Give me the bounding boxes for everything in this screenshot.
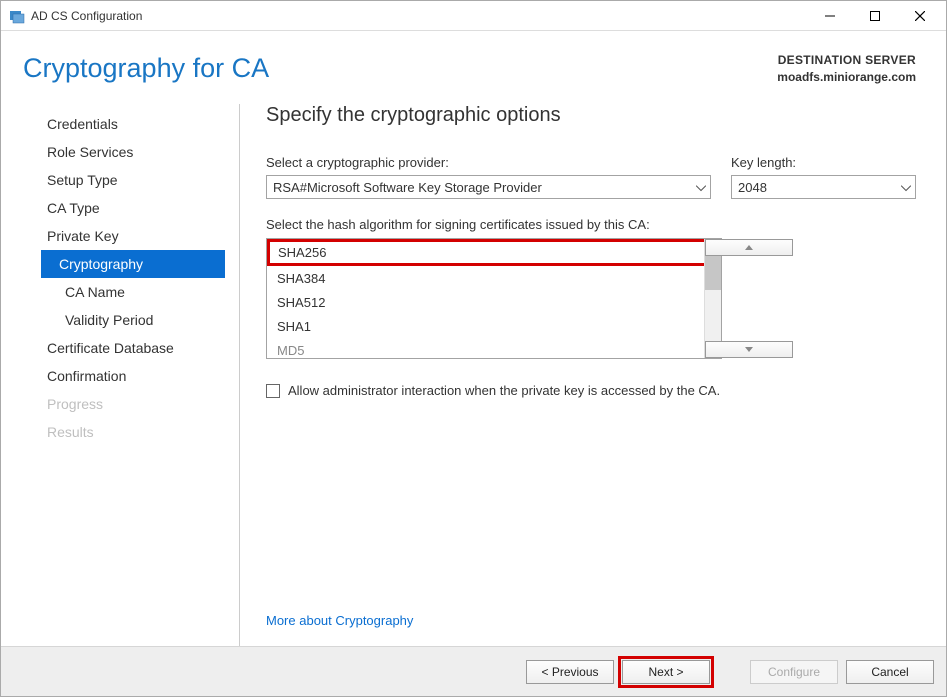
hash-label: Select the hash algorithm for signing ce… [266, 217, 916, 232]
main-panel: Specify the cryptographic options Select… [266, 104, 916, 646]
admin-interaction-label: Allow administrator interaction when the… [288, 383, 720, 398]
sidebar-item-credentials[interactable]: Credentials [47, 110, 239, 138]
sidebar-item-results: Results [47, 418, 239, 446]
sidebar-divider [239, 104, 240, 646]
page-title: Cryptography for CA [23, 53, 777, 84]
hash-option-sha256[interactable]: SHA256 [267, 239, 721, 266]
next-button[interactable]: Next > [622, 660, 710, 684]
destination-label: DESTINATION SERVER [777, 53, 916, 67]
titlebar: AD CS Configuration [1, 1, 946, 31]
hash-option-md5[interactable]: MD5 [267, 338, 721, 358]
maximize-button[interactable] [852, 1, 897, 31]
hash-option-sha384[interactable]: SHA384 [267, 266, 721, 290]
keylength-select[interactable]: 2048 [731, 175, 916, 199]
sidebar-item-validity-period[interactable]: Validity Period [47, 306, 239, 334]
destination-server: moadfs.miniorange.com [777, 70, 916, 84]
app-icon [9, 8, 25, 24]
sidebar-item-role-services[interactable]: Role Services [47, 138, 239, 166]
page-header: Cryptography for CA DESTINATION SERVER m… [1, 31, 946, 90]
sidebar-item-ca-type[interactable]: CA Type [47, 194, 239, 222]
more-link[interactable]: More about Cryptography [266, 613, 916, 628]
sidebar-item-progress: Progress [47, 390, 239, 418]
sidebar-item-private-key[interactable]: Private Key [47, 222, 239, 250]
cancel-button[interactable]: Cancel [846, 660, 934, 684]
chevron-down-icon [901, 180, 911, 195]
keylength-value: 2048 [738, 180, 767, 195]
configure-button[interactable]: Configure [750, 660, 838, 684]
scroll-down-icon[interactable] [705, 341, 793, 358]
listbox-scrollbar[interactable] [704, 239, 721, 358]
sidebar-item-ca-name[interactable]: CA Name [47, 278, 239, 306]
sidebar: CredentialsRole ServicesSetup TypeCA Typ… [47, 104, 239, 646]
hash-option-sha1[interactable]: SHA1 [267, 314, 721, 338]
sidebar-item-cryptography[interactable]: Cryptography [41, 250, 225, 278]
chevron-down-icon [696, 180, 706, 195]
previous-button[interactable]: < Previous [526, 660, 614, 684]
keylength-label: Key length: [731, 155, 916, 170]
footer: < Previous Next > Configure Cancel [1, 646, 946, 696]
scroll-thumb[interactable] [705, 256, 721, 290]
destination-block: DESTINATION SERVER moadfs.miniorange.com [777, 53, 916, 84]
admin-interaction-checkbox[interactable] [266, 384, 280, 398]
provider-label: Select a cryptographic provider: [266, 155, 711, 170]
sidebar-item-setup-type[interactable]: Setup Type [47, 166, 239, 194]
main-heading: Specify the cryptographic options [266, 104, 916, 127]
hash-listbox[interactable]: SHA256SHA384SHA512SHA1MD5 [266, 238, 722, 359]
close-button[interactable] [897, 1, 942, 31]
window-title: AD CS Configuration [31, 9, 142, 23]
sidebar-item-confirmation[interactable]: Confirmation [47, 362, 239, 390]
provider-value: RSA#Microsoft Software Key Storage Provi… [273, 180, 542, 195]
hash-option-sha512[interactable]: SHA512 [267, 290, 721, 314]
minimize-button[interactable] [807, 1, 852, 31]
sidebar-item-certificate-database[interactable]: Certificate Database [47, 334, 239, 362]
scroll-up-icon[interactable] [705, 239, 793, 256]
provider-select[interactable]: RSA#Microsoft Software Key Storage Provi… [266, 175, 711, 199]
